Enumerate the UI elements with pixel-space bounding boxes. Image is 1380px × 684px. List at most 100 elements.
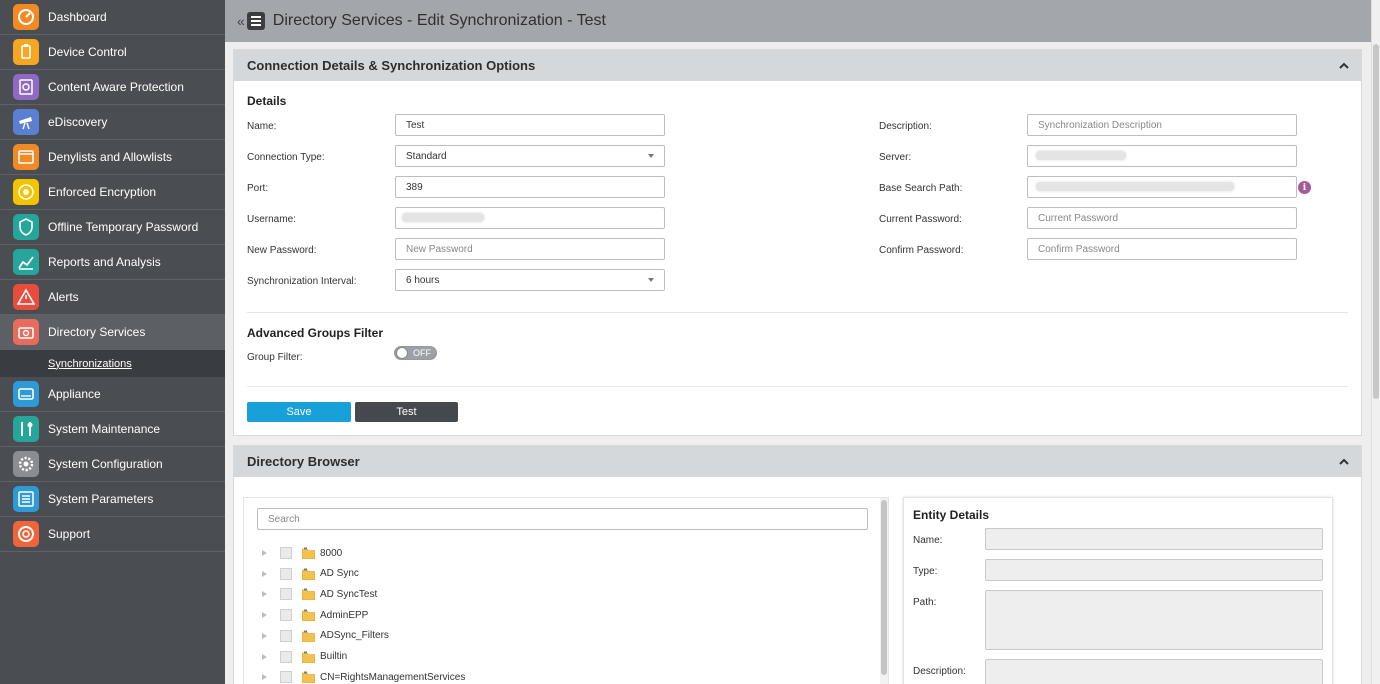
tree-node[interactable]: 8000	[262, 545, 342, 561]
new-password-label: New Password:	[247, 245, 317, 256]
entity-description-label: Description:	[913, 666, 966, 677]
folder-icon	[302, 609, 315, 622]
group-filter-state: OFF	[413, 348, 431, 358]
sidebar-item-system-parameters[interactable]: System Parameters	[0, 482, 225, 517]
sidebar-item-system-maintenance[interactable]: System Maintenance	[0, 412, 225, 447]
directory-browser-title: Directory Browser	[247, 454, 360, 469]
port-input[interactable]: 389	[395, 176, 665, 198]
sidebar-item-label: System Maintenance	[48, 422, 161, 436]
info-icon[interactable]: i	[1298, 181, 1311, 194]
shield-icon	[13, 214, 39, 240]
tree-checkbox[interactable]	[280, 671, 292, 684]
sidebar-item-label: System Parameters	[48, 492, 154, 506]
lifebuoy-icon	[13, 521, 39, 547]
tree-checkbox[interactable]	[280, 547, 292, 559]
sidebar-item-appliance[interactable]: Appliance	[0, 377, 225, 412]
section-divider	[247, 312, 1348, 313]
entity-type-label: Type:	[913, 566, 938, 577]
confirm-password-input[interactable]: Confirm Password	[1027, 238, 1297, 260]
base-search-path-input[interactable]	[1027, 176, 1297, 198]
sidebar-item-label: Device Control	[48, 45, 127, 59]
folder-icon	[302, 588, 315, 601]
folder-icon	[302, 630, 315, 642]
folder-icon	[302, 547, 315, 559]
tree-node-label: CN=RightsManagementServices	[320, 671, 466, 683]
folder-icon	[302, 651, 315, 663]
connection-type-select[interactable]: Standard	[395, 145, 665, 167]
tree-node-label: AD Sync	[320, 568, 359, 580]
sidebar-item-directory-services[interactable]: Directory Services	[0, 315, 225, 350]
connection-type-value: Standard	[406, 150, 447, 162]
name-input[interactable]: Test	[395, 114, 665, 136]
sidebar-item-support[interactable]: Support	[0, 517, 225, 552]
sidebar-subitem-synchronizations[interactable]: Synchronizations	[0, 350, 225, 377]
page-scrollbar[interactable]	[1371, 0, 1380, 684]
sidebar-item-offline-temporary-password[interactable]: Offline Temporary Password	[0, 210, 225, 245]
expand-arrow-icon[interactable]	[262, 591, 267, 598]
group-filter-toggle[interactable]: OFF	[394, 346, 437, 360]
sidebar-item-label: Content Aware Protection	[48, 80, 184, 94]
tree-node[interactable]: ADSync_Filters	[262, 628, 389, 644]
chevron-down-icon	[648, 154, 654, 158]
sidebar-item-content-aware-protection[interactable]: Content Aware Protection	[0, 70, 225, 105]
tree-checkbox[interactable]	[280, 629, 292, 642]
tree-scrollbar-thumb[interactable]	[881, 500, 887, 675]
base-search-path-label: Base Search Path:	[879, 183, 963, 194]
collapse-caret-icon[interactable]	[1339, 61, 1349, 71]
new-password-input[interactable]: New Password	[395, 238, 665, 260]
description-label: Description:	[879, 121, 932, 132]
collapse-caret-icon[interactable]	[1339, 457, 1349, 467]
sidebar-item-enforced-encryption[interactable]: Enforced Encryption	[0, 175, 225, 210]
tree-checkbox[interactable]	[280, 588, 292, 601]
sidebar-item-dashboard[interactable]: Dashboard	[0, 0, 225, 35]
sync-interval-select[interactable]: 6 hours	[395, 269, 665, 291]
test-button[interactable]: Test	[355, 402, 458, 422]
collapse-sidebar-button[interactable]: «	[237, 13, 245, 29]
expand-arrow-icon[interactable]	[262, 653, 267, 660]
scrollbar-thumb[interactable]	[1373, 44, 1379, 399]
expand-arrow-icon[interactable]	[262, 632, 267, 639]
server-input[interactable]	[1027, 145, 1297, 167]
sidebar-item-system-configuration[interactable]: System Configuration	[0, 447, 225, 482]
directory-search-input[interactable]: Search	[257, 508, 868, 530]
tools-icon	[13, 416, 39, 442]
directory-browser-header[interactable]: Directory Browser	[234, 446, 1361, 477]
tree-node[interactable]: CN=RightsManagementServices	[262, 669, 465, 684]
tree-checkbox[interactable]	[280, 650, 292, 663]
encryption-icon	[13, 179, 39, 205]
parameters-icon	[13, 486, 39, 512]
expand-arrow-icon[interactable]	[262, 550, 267, 556]
sidebar-item-denylists-and-allowlists[interactable]: Denylists and Allowlists	[0, 140, 225, 175]
entity-details-title: Entity Details	[913, 508, 990, 522]
current-password-input[interactable]: Current Password	[1027, 207, 1297, 229]
tree-node[interactable]: Builtin	[262, 649, 347, 665]
username-input[interactable]	[395, 207, 665, 229]
sidebar-item-ediscovery[interactable]: eDiscovery	[0, 105, 225, 140]
sidebar-item-device-control[interactable]: Device Control	[0, 35, 225, 70]
connection-panel-header[interactable]: Connection Details & Synchronization Opt…	[234, 50, 1361, 81]
group-filter-label: Group Filter:	[247, 352, 303, 363]
sidebar-item-reports-and-analysis[interactable]: Reports and Analysis	[0, 245, 225, 280]
sidebar-item-alerts[interactable]: Alerts	[0, 280, 225, 315]
details-title: Details	[247, 94, 287, 108]
tree-scrollbar[interactable]	[880, 498, 888, 684]
current-password-label: Current Password:	[879, 214, 962, 225]
entity-path-field	[985, 590, 1323, 650]
sidebar-item-label: Reports and Analysis	[48, 255, 161, 269]
expand-arrow-icon[interactable]	[262, 674, 267, 681]
server-label: Server:	[879, 152, 912, 163]
tree-node[interactable]: AdminEPP	[262, 607, 368, 623]
usb-device-icon	[13, 39, 39, 65]
expand-arrow-icon[interactable]	[262, 612, 267, 619]
alert-icon	[13, 284, 39, 310]
expand-arrow-icon[interactable]	[262, 570, 267, 577]
entity-type-field	[985, 559, 1323, 581]
description-input[interactable]: Synchronization Description	[1027, 114, 1297, 136]
sidebar-item-label: Dashboard	[48, 10, 107, 24]
save-button[interactable]: Save	[247, 402, 351, 422]
tree-checkbox[interactable]	[280, 567, 292, 580]
sidebar-item-label: Alerts	[48, 290, 79, 304]
tree-node[interactable]: AD Sync	[262, 566, 359, 582]
tree-node[interactable]: AD SyncTest	[262, 586, 377, 602]
tree-checkbox[interactable]	[280, 609, 292, 622]
